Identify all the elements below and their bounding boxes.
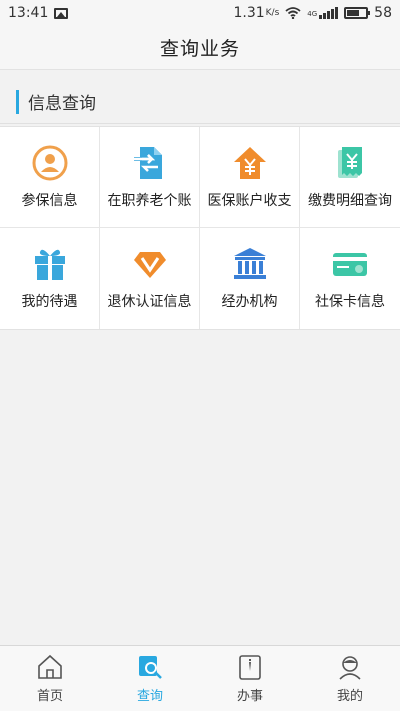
network-speed-unit: K/s <box>265 7 280 18</box>
grid-item-label: 社保卡信息 <box>315 294 385 310</box>
battery-level: 58 <box>374 5 392 21</box>
transfer-document-icon <box>133 146 162 179</box>
nav-mine[interactable]: 我的 <box>300 646 400 711</box>
battery-icon <box>344 7 371 19</box>
grid-item-label: 我的待遇 <box>21 294 78 310</box>
page-title: 查询业务 <box>159 38 240 60</box>
nav-services[interactable]: 办事 <box>200 646 300 711</box>
grid-item-label: 医保账户收支 <box>207 192 292 209</box>
clipboard-icon <box>239 655 261 680</box>
nav-label: 我的 <box>336 689 363 704</box>
grid-item-label: 经办机构 <box>221 294 278 310</box>
nav-label: 首页 <box>36 689 63 704</box>
grid-item-my-benefits[interactable]: 我的待遇 <box>0 228 100 329</box>
person-circle-icon <box>32 145 67 180</box>
home-icon <box>38 654 62 679</box>
status-time: 13:41 <box>8 5 49 21</box>
network-speed-value: 1.31 <box>233 5 265 21</box>
status-right: 1.31 K/s 4G 58 <box>233 5 392 21</box>
title-bar: 查询业务 <box>0 26 400 70</box>
signal-icon <box>319 7 339 19</box>
status-left: 13:41 <box>8 5 69 21</box>
grid-item-retirement-cert[interactable]: 退休认证信息 <box>100 228 200 329</box>
grid-item-agency[interactable]: 经办机构 <box>200 228 300 329</box>
diamond-v-icon <box>133 252 166 278</box>
nav-label: 查询 <box>136 689 163 704</box>
grid-item-medical-account[interactable]: 医保账户收支 <box>200 127 300 228</box>
network-type: 4G <box>307 10 318 18</box>
card-icon <box>333 253 367 276</box>
grid-item-card-info[interactable]: 社保卡信息 <box>300 228 400 329</box>
nav-query[interactable]: 查询 <box>100 646 200 711</box>
section-header: 信息查询 <box>0 80 400 124</box>
grid-item-pension-account[interactable]: 在职养老个账 <box>100 127 200 228</box>
receipt-yen-icon <box>338 146 362 178</box>
user-icon <box>339 656 361 680</box>
grid-item-label: 缴费明细查询 <box>308 192 392 209</box>
grid-item-label: 参保信息 <box>21 192 78 209</box>
house-yen-icon <box>233 146 266 179</box>
search-icon <box>139 656 162 679</box>
grid-item-label: 退休认证信息 <box>107 294 192 310</box>
bottom-nav: 首页 查询 办事 我的 <box>0 645 400 711</box>
grid-item-payment-details[interactable]: 缴费明细查询 <box>300 127 400 228</box>
image-notification-icon <box>54 7 69 19</box>
nav-home[interactable]: 首页 <box>0 646 100 711</box>
nav-label: 办事 <box>236 689 263 704</box>
section-accent-bar <box>16 89 19 114</box>
network-speed: 1.31 K/s <box>233 5 279 21</box>
status-bar: 13:41 1.31 K/s 4G 58 <box>0 0 400 26</box>
grid-item-insurance-info[interactable]: 参保信息 <box>0 127 100 228</box>
bank-icon <box>233 248 266 279</box>
section-title: 信息查询 <box>28 94 96 114</box>
gift-icon <box>34 249 65 280</box>
query-grid: 参保信息 在职养老个账 医保账户收支 缴费明细查询 我的待遇 退休认证信息 经办… <box>0 126 400 330</box>
wifi-icon <box>285 7 301 19</box>
grid-item-label: 在职养老个账 <box>107 192 192 209</box>
